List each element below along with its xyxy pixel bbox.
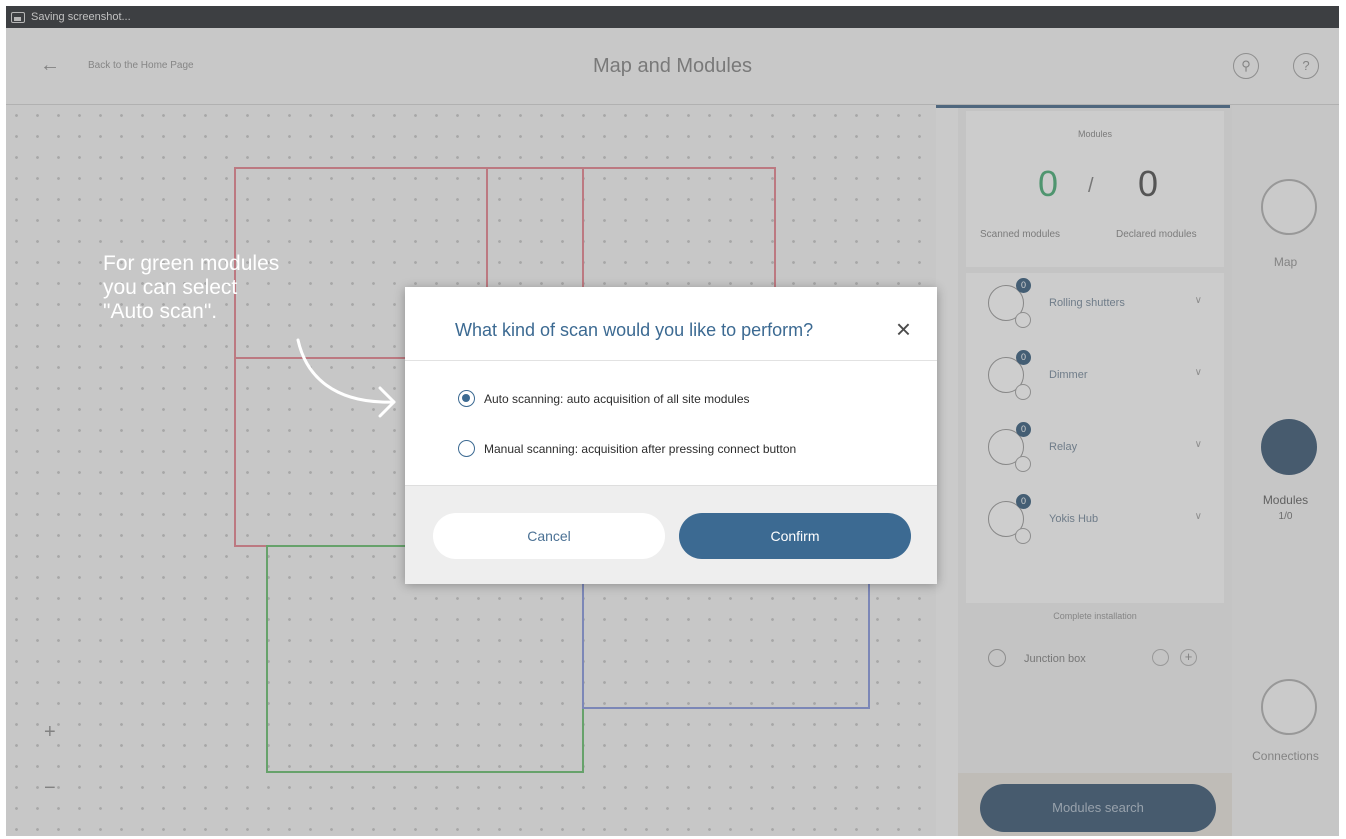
annotation-arrow-icon xyxy=(296,338,396,418)
app-window: Saving screenshot... ← Back to the Home … xyxy=(6,6,1339,836)
cancel-button[interactable]: Cancel xyxy=(433,513,665,559)
annotation-text: For green modules you can select "Auto s… xyxy=(103,252,279,324)
dialog-footer: Cancel Confirm xyxy=(405,485,937,584)
option-label[interactable]: Auto scanning: auto acquisition of all s… xyxy=(484,392,750,406)
auto-scan-option[interactable]: Auto scanning: auto acquisition of all s… xyxy=(458,390,750,407)
divider xyxy=(405,360,937,361)
confirm-button[interactable]: Confirm xyxy=(679,513,911,559)
radio-button[interactable] xyxy=(458,440,475,457)
annotation-line: "Auto scan". xyxy=(103,300,218,323)
option-label[interactable]: Manual scanning: acquisition after press… xyxy=(484,442,796,456)
close-icon[interactable]: × xyxy=(896,316,911,342)
radio-button[interactable] xyxy=(458,390,475,407)
annotation-line: For green modules xyxy=(103,252,280,275)
dialog-title: What kind of scan would you like to perf… xyxy=(455,320,814,340)
annotation-line: you can select xyxy=(103,276,238,299)
scan-type-dialog: What kind of scan would you like to perf… xyxy=(405,287,937,584)
manual-scan-option[interactable]: Manual scanning: acquisition after press… xyxy=(458,440,796,457)
